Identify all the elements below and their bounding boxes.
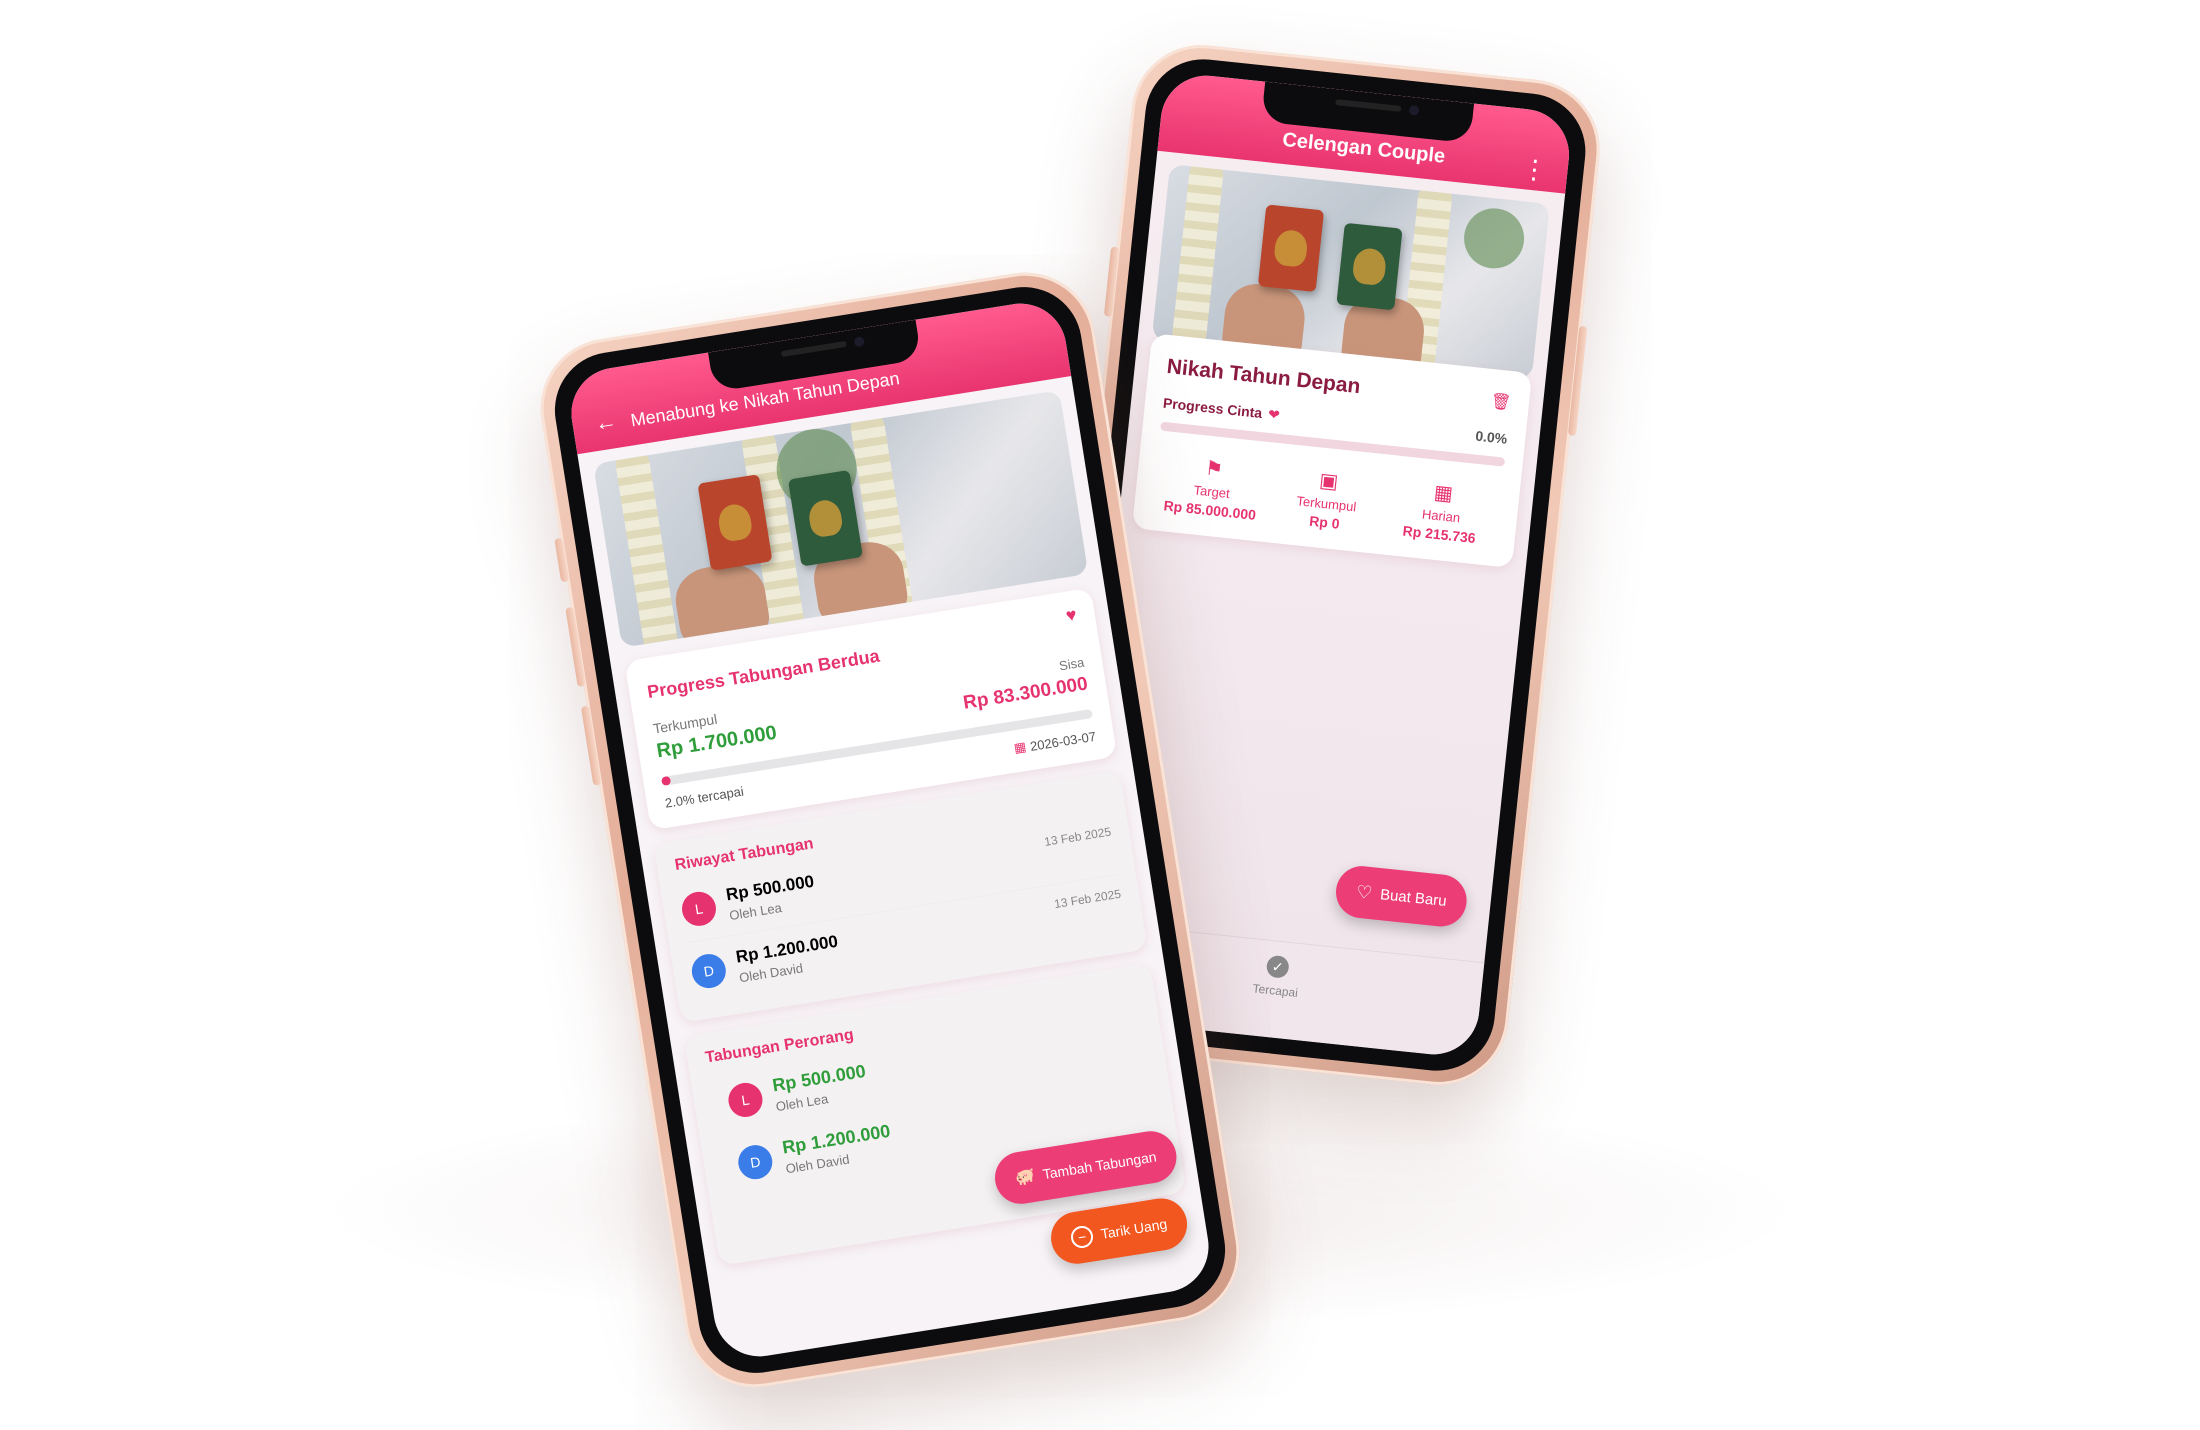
power-button: [1567, 325, 1588, 437]
progress-percent: 0.0%: [1474, 427, 1509, 447]
avatar: D: [689, 951, 729, 991]
heart-icon: ❤: [1267, 405, 1281, 423]
minus-circle-icon: −: [1069, 1224, 1095, 1250]
create-new-label: Buat Baru: [1379, 885, 1448, 910]
goal-card[interactable]: Nikah Tahun Depan 🗑 Progress Cinta ❤ 0.0…: [1131, 333, 1533, 569]
arrow-left-icon[interactable]: ←: [593, 408, 619, 437]
piggy-bank-icon: 🐖: [1013, 1167, 1037, 1188]
avatar: L: [679, 889, 719, 929]
progress-label: Progress Cinta: [1162, 394, 1263, 422]
check-circle-icon: ✓: [1265, 954, 1290, 979]
delete-icon[interactable]: 🗑: [1490, 391, 1512, 413]
stat-daily: ▦ Harian Rp 215.736: [1381, 475, 1502, 549]
target-date: 2026-03-07: [1028, 728, 1097, 754]
heart-outline-icon: ♡: [1355, 881, 1374, 903]
stat-target: ⚑ Target Rp 85.000.000: [1152, 450, 1273, 524]
avatar: L: [725, 1079, 765, 1119]
goal-title: Nikah Tahun Depan: [1165, 354, 1362, 399]
progress-fill: [1160, 421, 1162, 431]
favorite-heart-icon[interactable]: ♥: [1064, 604, 1078, 626]
volume-down-button: [580, 705, 602, 786]
history-date: 13 Feb 2025: [1043, 824, 1113, 849]
volume-button: [1103, 246, 1120, 317]
mute-switch: [554, 537, 570, 583]
calendar-icon: ▦: [1012, 738, 1028, 756]
more-menu-icon[interactable]: ⋮: [1520, 153, 1549, 186]
add-savings-label: Tambah Tabungan: [1041, 1148, 1158, 1183]
history-date: 13 Feb 2025: [1053, 886, 1122, 912]
volume-up-button: [565, 606, 586, 688]
goal-stats: ⚑ Target Rp 85.000.000 ▣ Terkumpul Rp 0 …: [1152, 450, 1503, 548]
avatar: D: [735, 1142, 775, 1182]
progress-fill: [660, 775, 671, 787]
stat-collected: ▣ Terkumpul Rp 0: [1266, 463, 1387, 537]
create-new-button[interactable]: ♡ Buat Baru: [1333, 863, 1470, 930]
withdraw-label: Tarik Uang: [1099, 1215, 1169, 1242]
percent-achieved: 2.0% tercapai: [663, 783, 745, 811]
